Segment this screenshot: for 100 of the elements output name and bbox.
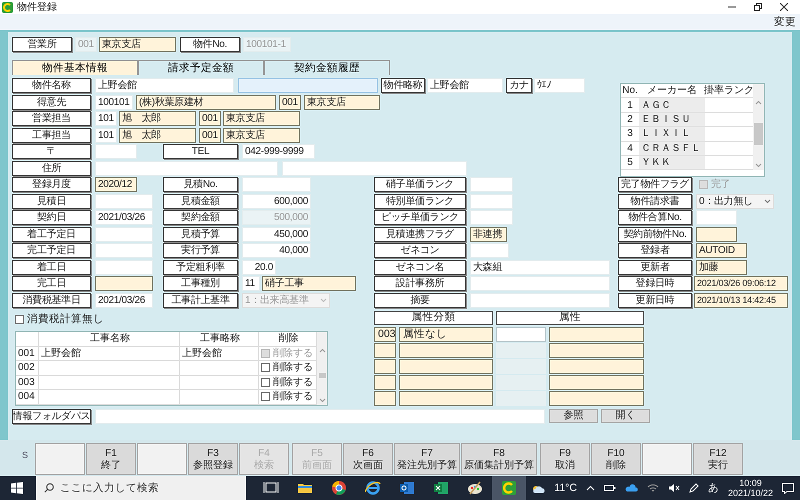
input-field[interactable]: 101: [95, 128, 117, 142]
input-field[interactable]: [399, 359, 493, 374]
input-field[interactable]: [549, 391, 644, 406]
input-field[interactable]: 042-999-9999: [242, 144, 315, 159]
input-field[interactable]: [696, 226, 737, 242]
notification-icon[interactable]: [782, 482, 794, 494]
input-field[interactable]: [95, 276, 153, 291]
input-field[interactable]: [374, 375, 396, 390]
scroll-up-icon[interactable]: [318, 348, 326, 353]
function-key[interactable]: F8 原価集計別予算: [461, 443, 537, 475]
function-key[interactable]: F3 参照登録: [188, 443, 238, 475]
restore-icon[interactable]: [754, 3, 762, 11]
dropdown[interactable]: 0：出力無し: [696, 194, 774, 208]
function-key[interactable]: F10 削除: [591, 443, 641, 475]
task-view-icon[interactable]: [263, 480, 279, 496]
input-field[interactable]: [549, 375, 644, 390]
input-field[interactable]: 001: [199, 111, 221, 126]
input-field[interactable]: 2020/12: [95, 177, 137, 192]
input-field[interactable]: 大森組: [470, 260, 610, 274]
scrollbar-thumb[interactable]: [754, 123, 763, 146]
input-field[interactable]: [399, 391, 493, 406]
input-field[interactable]: 旭 太郎: [119, 111, 196, 126]
mail-app-icon[interactable]: [399, 480, 415, 496]
pen-icon[interactable]: [688, 483, 699, 493]
input-field[interactable]: 100101: [95, 94, 133, 110]
scroll-up-icon[interactable]: [755, 100, 762, 105]
table-cell[interactable]: 上野会館: [180, 346, 259, 361]
function-key[interactable]: F9 取消: [540, 443, 590, 475]
scroll-down-icon[interactable]: [318, 398, 326, 402]
button[interactable]: 開く: [601, 408, 650, 423]
cloud-sync-icon[interactable]: [624, 484, 638, 492]
chevron-up-icon[interactable]: [586, 485, 595, 491]
input-field[interactable]: 450,000: [242, 226, 311, 242]
windows-start-icon[interactable]: [11, 482, 23, 494]
input-field[interactable]: 上野会館: [427, 78, 503, 93]
function-key[interactable]: F7 発注先別予算: [394, 443, 460, 475]
browser-icon[interactable]: [331, 480, 347, 496]
table-cell[interactable]: [180, 376, 259, 390]
input-field[interactable]: 001: [279, 94, 301, 110]
app-logo-icon[interactable]: [501, 480, 517, 496]
spreadsheet-icon[interactable]: [433, 480, 449, 496]
input-field[interactable]: 001: [199, 128, 221, 142]
table-cell[interactable]: [39, 361, 180, 376]
input-field[interactable]: 003: [374, 327, 396, 342]
checkbox[interactable]: 削除する: [261, 390, 313, 404]
browser-e-icon[interactable]: [365, 480, 381, 496]
function-key[interactable]: F1 終了: [86, 443, 136, 475]
palette-icon[interactable]: [467, 480, 483, 496]
input-field[interactable]: (株)秋葉原建材: [136, 94, 276, 110]
table-cell[interactable]: [180, 390, 259, 404]
input-field[interactable]: [374, 343, 396, 358]
input-field[interactable]: 加藤: [696, 260, 747, 274]
input-field[interactable]: 11: [242, 276, 260, 291]
input-field[interactable]: 2021/03/26: [95, 292, 153, 308]
scrollbar[interactable]: [317, 332, 327, 404]
input-field[interactable]: 硝子工事: [262, 276, 356, 291]
menu-item[interactable]: 変更: [774, 16, 796, 28]
scrollbar-thumb[interactable]: [318, 372, 326, 378]
search-field[interactable]: ここに入力して検索: [36, 476, 246, 500]
input-field[interactable]: 属性なし: [399, 327, 493, 342]
input-field[interactable]: [374, 391, 396, 406]
function-key[interactable]: F12 実行: [693, 443, 743, 475]
checkbox[interactable]: 消費税計算無し: [15, 313, 325, 326]
input-field[interactable]: 上野会館: [95, 78, 234, 93]
input-field[interactable]: 東京支店: [99, 37, 176, 52]
input-field[interactable]: ｳｴﾉ: [534, 78, 585, 93]
tab[interactable]: 物件基本情報: [12, 60, 138, 75]
input-field[interactable]: 非連携: [470, 226, 507, 242]
battery-icon[interactable]: [604, 484, 616, 492]
checkbox[interactable]: 削除する: [261, 376, 313, 389]
tab[interactable]: 請求予定金額: [138, 60, 264, 75]
input-field[interactable]: 2021/10/13 14:42:45: [694, 292, 788, 308]
input-field[interactable]: AUTOID: [696, 243, 747, 258]
speaker-muted-icon[interactable]: [668, 483, 680, 493]
tab[interactable]: 契約金額履歴: [264, 60, 390, 75]
function-key[interactable]: F6 次画面: [343, 443, 393, 475]
input-field[interactable]: 40,000: [242, 243, 311, 258]
input-field[interactable]: [399, 375, 493, 390]
input-field[interactable]: 101: [95, 111, 117, 126]
input-field[interactable]: [549, 359, 644, 374]
input-field[interactable]: 600,000: [242, 194, 311, 208]
scrollbar[interactable]: [753, 84, 764, 170]
input-field[interactable]: 東京支店: [223, 128, 300, 142]
input-field[interactable]: [549, 327, 644, 342]
input-field[interactable]: 2021/03/26: [95, 210, 153, 225]
input-field[interactable]: [496, 327, 546, 342]
input-field[interactable]: 東京支店: [223, 111, 300, 126]
input-field[interactable]: 旭 太郎: [119, 128, 196, 142]
input-field[interactable]: 2021/03/26 09:06:12: [694, 276, 788, 291]
table-cell[interactable]: [180, 361, 259, 376]
table-cell[interactable]: 上野会館: [39, 346, 180, 361]
close-icon[interactable]: [780, 3, 788, 11]
wifi-icon[interactable]: [646, 483, 659, 493]
table-cell[interactable]: [39, 376, 180, 390]
input-field[interactable]: [549, 343, 644, 358]
input-field[interactable]: [238, 78, 378, 93]
ime-indicator[interactable]: あ: [708, 482, 719, 494]
scroll-down-icon[interactable]: [755, 163, 762, 168]
input-field[interactable]: [374, 359, 396, 374]
checkbox[interactable]: 削除する: [261, 361, 313, 374]
